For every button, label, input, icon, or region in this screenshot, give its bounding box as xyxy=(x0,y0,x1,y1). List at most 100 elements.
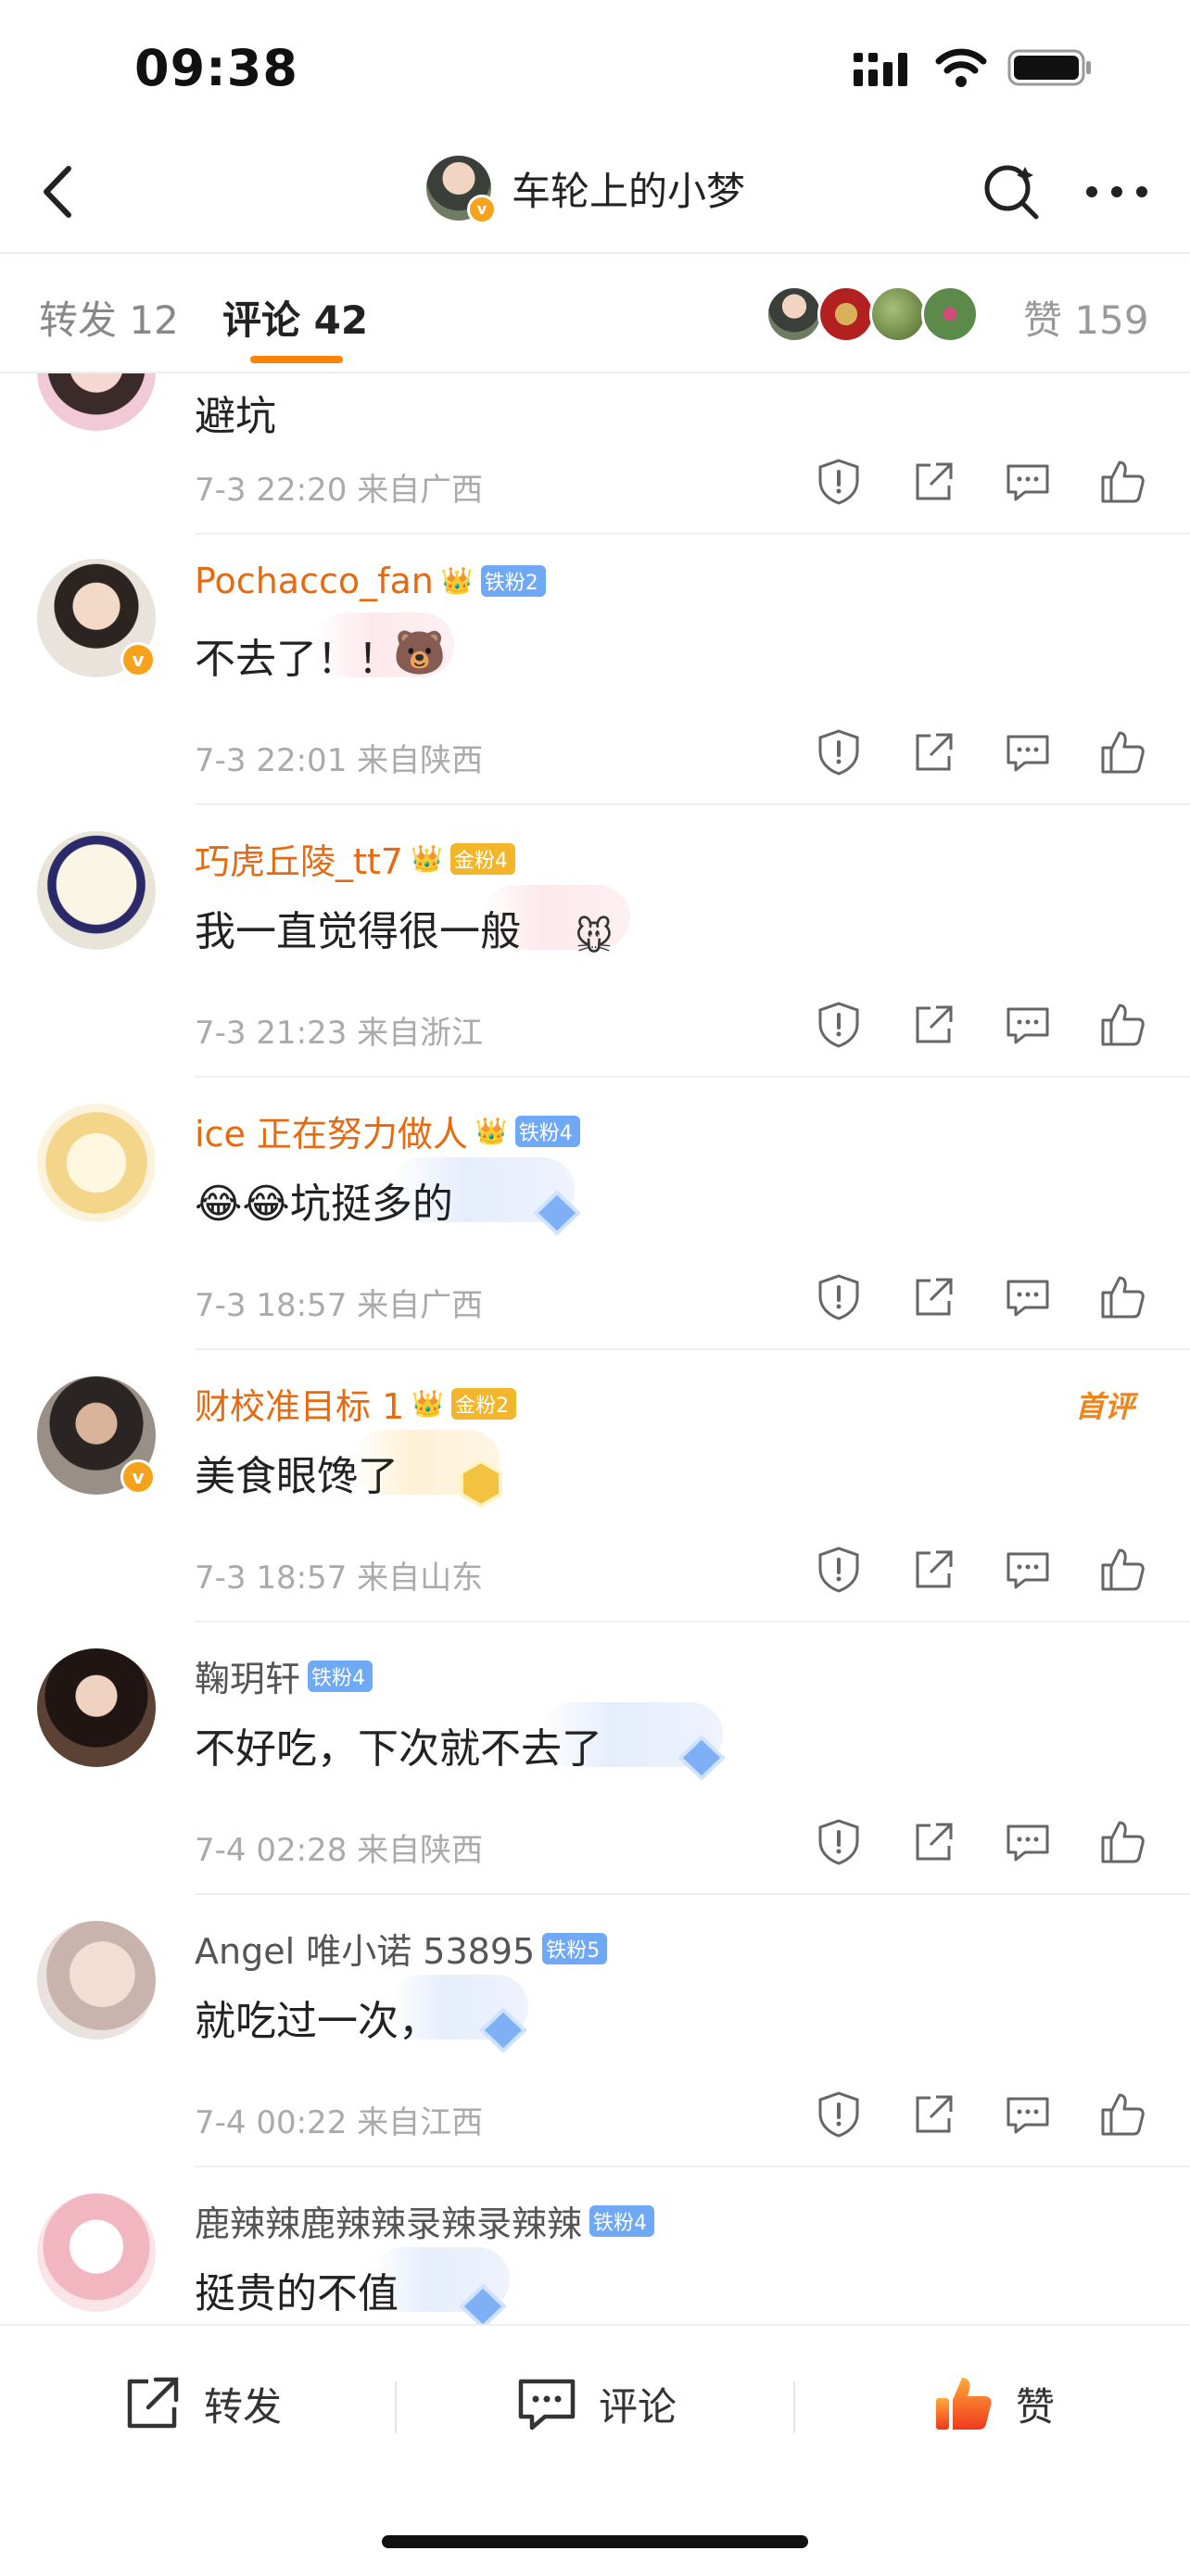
comment-button[interactable]: 评论 xyxy=(515,2372,677,2435)
commenter-name[interactable]: 财校准目标 1 👑 金粉2 xyxy=(195,1378,517,1429)
fan-badge[interactable]: 铁粉4 xyxy=(514,1115,580,1147)
fan-badge[interactable]: 铁粉5 xyxy=(542,1932,608,1964)
commenter-avatar[interactable]: v xyxy=(37,559,156,677)
username[interactable]: 巧虎丘陵_tt7 xyxy=(195,833,403,884)
divider xyxy=(195,2166,1190,2167)
wifi-icon xyxy=(935,48,987,87)
divider xyxy=(195,803,1190,805)
share-icon[interactable] xyxy=(908,1817,958,1867)
commenter-name[interactable]: Angel 唯小诺 53895 铁粉5 xyxy=(195,1923,608,1974)
author-avatar[interactable]: v xyxy=(426,156,497,224)
reply-icon[interactable] xyxy=(1003,1000,1053,1050)
repost-button[interactable]: 转发 xyxy=(120,2372,282,2435)
share-icon[interactable] xyxy=(908,1545,958,1595)
share-icon[interactable] xyxy=(908,2090,958,2140)
commenter-avatar[interactable] xyxy=(37,1648,156,1767)
fan-badge[interactable]: 铁粉2 xyxy=(480,565,546,597)
username[interactable]: 财校准目标 1 xyxy=(195,1378,404,1429)
thumb-up-icon[interactable] xyxy=(1097,1545,1147,1595)
like-button[interactable]: 赞 xyxy=(932,2372,1055,2435)
liker-avatars[interactable] xyxy=(766,285,979,343)
username[interactable]: Pochacco_fan xyxy=(195,561,434,601)
comment-actions xyxy=(814,727,1147,777)
thumb-up-icon[interactable] xyxy=(1097,1817,1147,1867)
fan-badge[interactable]: 金粉4 xyxy=(449,842,515,875)
report-icon[interactable] xyxy=(814,1272,864,1322)
fan-badge-label: 金粉4 xyxy=(453,849,508,873)
username[interactable]: Angel 唯小诺 53895 xyxy=(195,1923,535,1974)
nav-title[interactable]: v 车轮上的小梦 xyxy=(426,156,745,224)
reply-icon[interactable] xyxy=(1003,2090,1053,2140)
search-icon[interactable] xyxy=(981,161,1042,222)
fan-badge-label: 铁粉4 xyxy=(311,1666,366,1690)
battery-icon xyxy=(1007,49,1091,86)
fan-badge[interactable]: 铁粉4 xyxy=(308,1660,373,1692)
reply-icon[interactable] xyxy=(1003,1545,1053,1595)
author-name[interactable]: 车轮上的小梦 xyxy=(512,160,745,217)
commenter-avatar[interactable] xyxy=(37,2193,156,2312)
reply-icon[interactable] xyxy=(1003,457,1053,507)
bottom-action-bar: 转发 评论 赞 xyxy=(0,2324,1190,2576)
tab-repost[interactable]: 转发 12 xyxy=(39,289,179,346)
thumb-up-icon[interactable] xyxy=(1097,457,1147,507)
liker-avatar xyxy=(921,285,979,343)
verified-icon: v xyxy=(120,642,156,677)
comment-meta: 7-3 22:20 来自广西 xyxy=(195,464,483,510)
reply-icon[interactable] xyxy=(1003,1817,1053,1867)
thumb-up-icon[interactable] xyxy=(1097,1000,1147,1050)
share-icon[interactable] xyxy=(908,727,958,777)
more-icon[interactable] xyxy=(1084,178,1149,206)
comment-meta: 7-4 00:22 来自江西 xyxy=(195,2097,483,2142)
commenter-avatar[interactable]: v xyxy=(37,1376,156,1495)
thumb-up-icon[interactable] xyxy=(1097,727,1147,777)
report-icon[interactable] xyxy=(814,1545,864,1595)
crown-icon: 👑 xyxy=(440,565,474,596)
commenter-name[interactable]: 鞠玥轩 铁粉4 xyxy=(195,1650,373,1701)
commenter-name[interactable]: Pochacco_fan 👑 铁粉2 xyxy=(195,561,546,601)
commenter-avatar[interactable] xyxy=(37,1921,156,2039)
commenter-name[interactable]: ice 正在努力做人 👑 铁粉4 xyxy=(195,1105,580,1156)
commenter-avatar[interactable] xyxy=(37,831,156,950)
comment-text: 我一直觉得很一般 xyxy=(195,908,521,955)
tab-comment-label: 评论 xyxy=(222,297,301,343)
username[interactable]: 鞠玥轩 xyxy=(195,1650,300,1701)
commenter-name[interactable]: 巧虎丘陵_tt7 👑 金粉4 xyxy=(195,833,515,884)
fan-badge-label: 铁粉4 xyxy=(518,1121,573,1145)
repost-label: 转发 xyxy=(204,2383,283,2430)
fan-badge[interactable]: 铁粉4 xyxy=(589,2204,655,2237)
back-icon[interactable] xyxy=(28,159,93,224)
commenter-name[interactable]: 鹿辣辣鹿辣辣录辣录辣辣 铁粉4 xyxy=(195,2195,655,2246)
share-icon[interactable] xyxy=(908,457,958,507)
reply-icon[interactable] xyxy=(1003,727,1053,777)
comment-meta: 7-3 18:57 来自山东 xyxy=(195,1552,483,1597)
share-icon[interactable] xyxy=(908,1272,958,1322)
share-icon[interactable] xyxy=(908,1000,958,1050)
report-icon[interactable] xyxy=(814,2090,864,2140)
reply-icon[interactable] xyxy=(1003,1272,1053,1322)
tab-comment[interactable]: 评论 42 xyxy=(222,289,368,346)
comment-text: 😂😂坑挺多的 xyxy=(195,1181,453,1228)
commenter-avatar[interactable] xyxy=(37,1104,156,1222)
fan-badge[interactable]: 金粉2 xyxy=(451,1387,517,1420)
report-icon[interactable] xyxy=(814,457,864,507)
thumb-up-icon[interactable] xyxy=(1097,2090,1147,2140)
report-icon[interactable] xyxy=(814,1000,864,1050)
username[interactable]: 鹿辣辣鹿辣辣录辣录辣辣 xyxy=(195,2195,582,2246)
thumb-up-icon[interactable] xyxy=(1097,1272,1147,1322)
comment-location: 来自广西 xyxy=(357,472,484,509)
gold-hexagon-icon xyxy=(460,1458,502,1509)
report-icon[interactable] xyxy=(814,727,864,777)
crown-icon: 👑 xyxy=(411,1387,445,1419)
home-indicator[interactable] xyxy=(382,2535,808,2548)
like-count[interactable]: 赞 159 xyxy=(1023,289,1149,346)
report-icon[interactable] xyxy=(814,1817,864,1867)
comment-meta: 7-3 21:23 来自浙江 xyxy=(195,1007,483,1053)
tab-repost-label: 转发 xyxy=(39,297,118,343)
username[interactable]: ice 正在努力做人 xyxy=(195,1105,468,1156)
nav-bar: v 车轮上的小梦 xyxy=(0,139,1190,252)
comment-location: 来自广西 xyxy=(357,1287,484,1324)
signal-icon xyxy=(854,53,907,86)
commenter-avatar[interactable] xyxy=(37,373,156,431)
comment-time: 7-3 18:57 xyxy=(195,1559,348,1597)
fan-badge-label: 金粉2 xyxy=(455,1394,510,1418)
